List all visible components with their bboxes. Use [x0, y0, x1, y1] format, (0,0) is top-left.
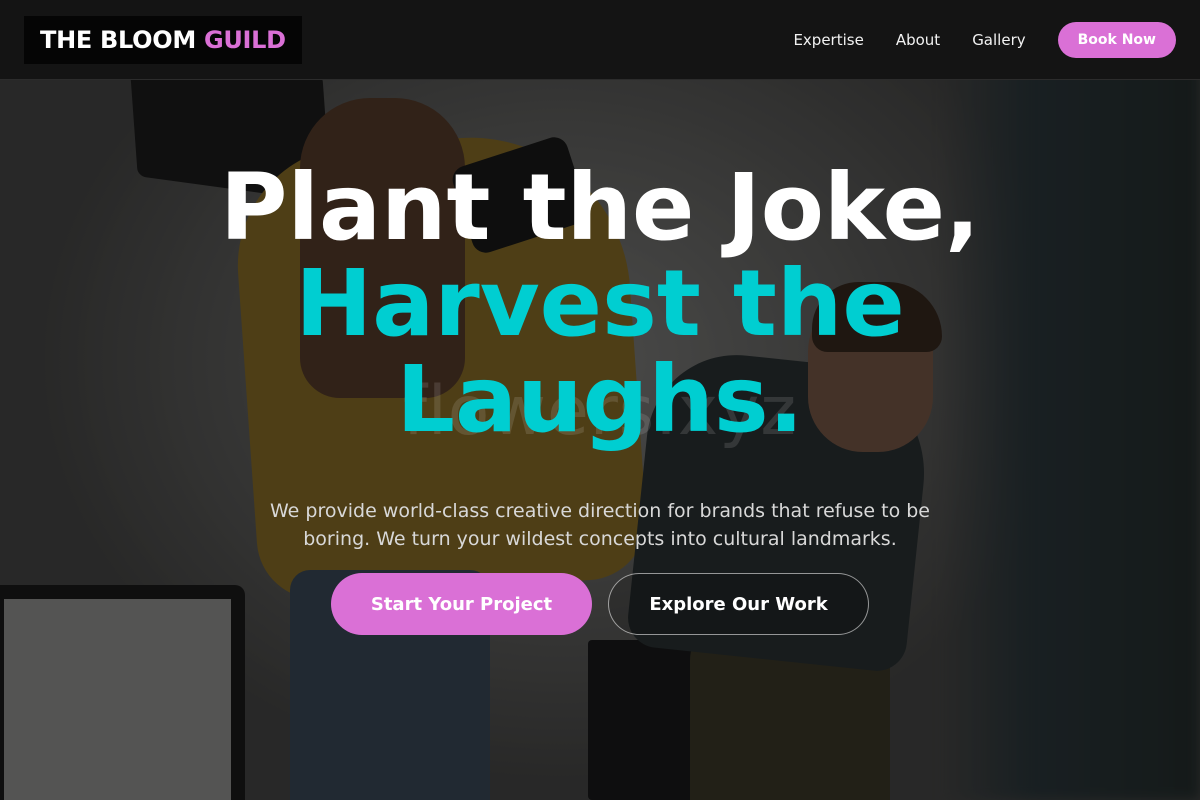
headline-line-2: Harvest the Laughs. [295, 250, 905, 453]
hero-cta-group: Start Your Project Explore Our Work [331, 573, 869, 635]
top-navbar: THE BLOOM GUILD Expertise About Gallery … [0, 0, 1200, 80]
nav-link-about[interactable]: About [896, 31, 940, 49]
nav-link-gallery[interactable]: Gallery [972, 31, 1025, 49]
brand-logo[interactable]: THE BLOOM GUILD [24, 16, 302, 64]
hero-subtext: We provide world-class creative directio… [270, 500, 930, 550]
landing-page: THE BLOOM GUILD Expertise About Gallery … [0, 0, 1200, 800]
brand-name: THE BLOOM [40, 26, 196, 54]
hero-headline: Plant the Joke, Harvest the Laughs. [0, 160, 1200, 448]
start-project-button[interactable]: Start Your Project [331, 573, 592, 635]
headline-line-1: Plant the Joke, [220, 154, 980, 261]
explore-work-button[interactable]: Explore Our Work [608, 573, 869, 635]
nav-link-expertise[interactable]: Expertise [793, 31, 863, 49]
nav-links: Expertise About Gallery Book Now [793, 22, 1176, 58]
book-now-button[interactable]: Book Now [1057, 22, 1176, 58]
brand-name-accent: GUILD [203, 26, 286, 54]
